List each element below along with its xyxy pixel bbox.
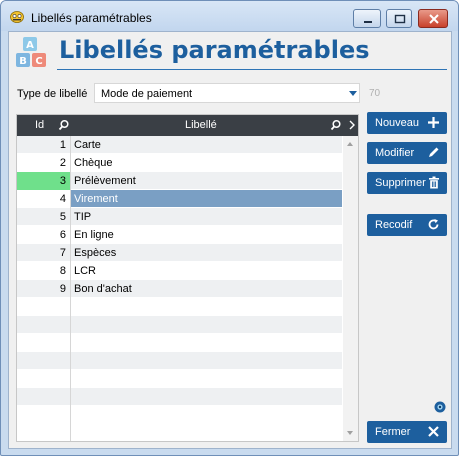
new-button-label: Nouveau (375, 117, 420, 129)
cell-id: 7 (59, 247, 66, 259)
svg-text:A: A (26, 40, 34, 51)
cell-id (17, 388, 70, 406)
recode-button-label: Recodif (375, 219, 413, 231)
window-title: Libellés paramétrables (31, 11, 152, 25)
close-button-label: Fermer (375, 426, 411, 438)
column-header-id[interactable]: Id (35, 119, 44, 131)
table-row[interactable]: 8 LCR (17, 262, 342, 281)
chevron-right-icon[interactable] (347, 119, 357, 131)
cell-libelle (72, 388, 342, 406)
column-divider (70, 136, 71, 441)
table-row[interactable]: 3 Prélèvement (17, 172, 342, 191)
type-select[interactable]: Mode de paiement (94, 83, 360, 103)
close-window-button[interactable] (418, 9, 448, 28)
cell-id: 1 (59, 139, 66, 151)
close-button[interactable]: Fermer (367, 421, 447, 443)
chevron-down-icon[interactable] (349, 91, 357, 96)
cell-libelle: LCR (74, 265, 97, 277)
cell-libelle: Prélèvement (74, 175, 136, 187)
vertical-scrollbar[interactable] (343, 136, 358, 441)
trash-icon (429, 176, 439, 189)
cell-libelle: Carte (74, 139, 101, 151)
cell-libelle (72, 334, 342, 352)
header: A B C Libellés paramétrables (9, 32, 451, 74)
cell-id: 9 (59, 283, 66, 295)
cell-id: 4 (17, 190, 70, 208)
table-row[interactable]: 4 Virement (17, 190, 342, 209)
minimize-icon (364, 21, 372, 23)
page-title: Libellés paramétrables (59, 36, 370, 64)
table-row-empty (17, 334, 342, 353)
cell-id (17, 334, 70, 352)
type-select-value: Mode de paiement (101, 88, 193, 100)
cell-id (17, 370, 70, 388)
cell-libelle: Chèque (74, 157, 113, 169)
title-bar: Libellés paramétrables (1, 1, 458, 31)
cell-libelle: Virement (74, 193, 118, 205)
cell-id: 2 (59, 157, 66, 169)
type-count: 70 (369, 88, 381, 99)
table-row[interactable]: 5 TIP (17, 208, 342, 227)
minimize-button[interactable] (353, 9, 381, 28)
cell-id: 3 (17, 172, 70, 190)
cell-libelle (72, 352, 342, 370)
cell-id: 5 (59, 211, 66, 223)
delete-button[interactable]: Supprimer (367, 172, 447, 194)
maximize-icon (394, 14, 406, 24)
type-label: Type de libellé (17, 88, 88, 100)
cell-id (17, 316, 70, 334)
table-row-empty (17, 388, 342, 407)
table-body: 1 Carte 2 Chèque 3 Prélèvement 4 Virement 5 TIP 6 E… (17, 136, 342, 425)
app-icon (10, 11, 24, 23)
abc-blocks-icon: A B C (16, 37, 46, 67)
table-row-empty (17, 370, 342, 389)
recode-button[interactable]: Recodif (367, 214, 447, 236)
scroll-down-icon[interactable] (347, 431, 353, 435)
table-row-empty (17, 406, 342, 425)
close-x-icon (428, 426, 439, 437)
column-header-libelle[interactable]: Libellé (185, 119, 217, 131)
cell-libelle: TIP (74, 211, 92, 223)
cell-id: 8 (59, 265, 66, 277)
cell-id (17, 298, 70, 316)
table-row[interactable]: 2 Chèque (17, 154, 342, 173)
modify-button-label: Modifier (375, 147, 415, 159)
table-row[interactable]: 9 Bon d'achat (17, 280, 342, 299)
svg-text:B: B (19, 56, 27, 67)
search-icon[interactable] (58, 119, 70, 131)
modify-button[interactable]: Modifier (367, 142, 447, 164)
new-button[interactable]: Nouveau (367, 112, 447, 134)
search-icon[interactable] (330, 119, 342, 131)
cell-libelle: En ligne (74, 229, 114, 241)
svg-text:C: C (35, 56, 42, 67)
scroll-up-icon[interactable] (347, 142, 353, 146)
cell-libelle (72, 316, 342, 334)
maximize-button[interactable] (386, 9, 412, 28)
dialog-body: A B C Libellés paramétrables Type de lib… (8, 31, 452, 449)
eye-icon[interactable] (433, 400, 447, 414)
cell-id: 6 (59, 229, 66, 241)
refresh-icon (428, 219, 439, 230)
plus-icon (428, 117, 439, 128)
delete-button-label: Supprimer (375, 177, 426, 189)
cell-libelle: Espèces (74, 247, 117, 259)
cell-libelle (72, 298, 342, 316)
table-row-empty (17, 316, 342, 335)
cell-id (17, 406, 70, 424)
table-row[interactable]: 1 Carte (17, 136, 342, 155)
table-row-empty (17, 298, 342, 317)
close-icon (429, 14, 439, 24)
table-row[interactable]: 7 Espèces (17, 244, 342, 263)
table-row-empty (17, 352, 342, 371)
cell-libelle (72, 370, 342, 388)
cell-id (17, 352, 70, 370)
cell-libelle (72, 406, 342, 424)
pencil-icon (429, 147, 439, 157)
table-header: Id Libellé (17, 115, 358, 136)
libelle-table[interactable]: Id Libellé 1 Carte 2 Chèque 3 Prélèvement 4 Vir… (16, 114, 359, 442)
cell-libelle: Bon d'achat (74, 283, 132, 295)
table-row[interactable]: 6 En ligne (17, 226, 342, 245)
window: Libellés paramétrables A B C Libellés pa… (0, 0, 459, 456)
title-underline (57, 69, 447, 70)
